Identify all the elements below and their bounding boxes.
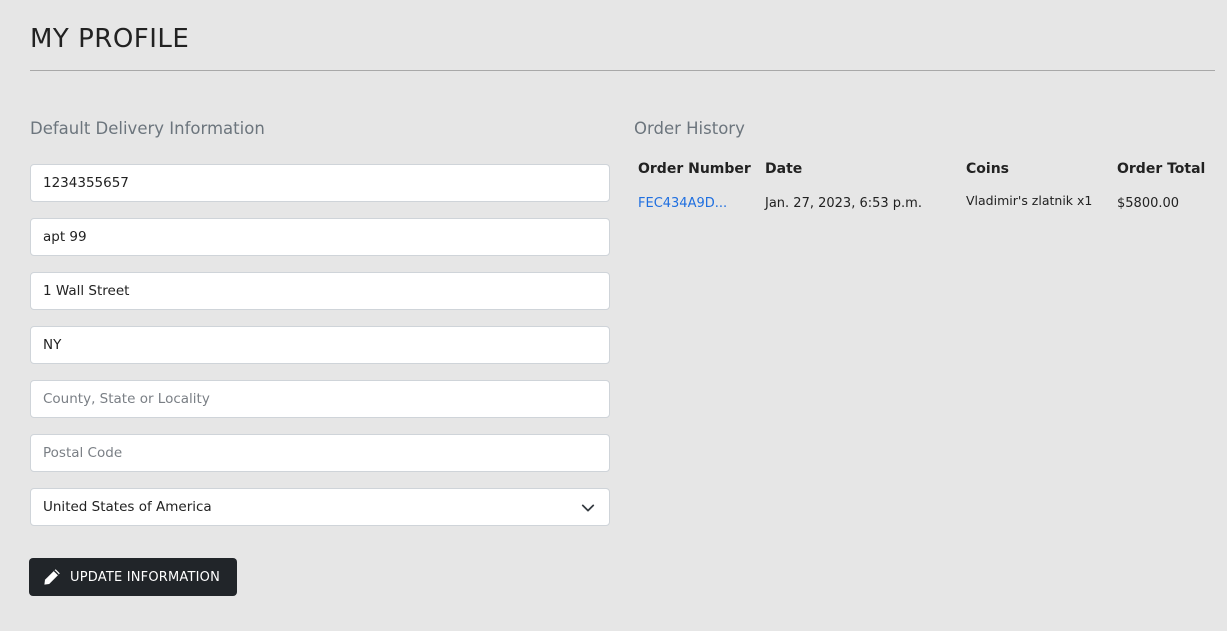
order-date-cell: Jan. 27, 2023, 6:53 p.m. xyxy=(765,196,922,211)
country-select[interactable]: United States of America xyxy=(30,488,610,526)
profile-page: MY PROFILE Default Delivery Information … xyxy=(0,0,1227,631)
update-button-label: UPDATE INFORMATION xyxy=(70,569,221,585)
chevron-down-icon xyxy=(581,504,595,512)
country-select-value: United States of America xyxy=(43,499,212,515)
town-city-field[interactable] xyxy=(30,326,610,364)
street-address1-field[interactable] xyxy=(30,218,610,256)
order-coins-cell: Vladimir's zlatnik x1 xyxy=(966,193,1093,208)
order-history-table: Order Number Date Coins Order Total FEC4… xyxy=(634,150,1215,219)
delivery-heading: Default Delivery Information xyxy=(30,119,265,138)
order-history-heading: Order History xyxy=(634,119,745,138)
table-header-row: Order Number Date Coins Order Total xyxy=(634,150,1215,186)
order-total-cell: $5800.00 xyxy=(1117,196,1180,211)
table-row: FEC434A9D... Jan. 27, 2023, 6:53 p.m. Vl… xyxy=(634,186,1215,219)
column-header-order-number: Order Number xyxy=(638,161,751,177)
order-number-link[interactable]: FEC434A9D... xyxy=(638,196,727,211)
column-header-order-total: Order Total xyxy=(1117,161,1206,177)
postcode-field[interactable] xyxy=(30,434,610,472)
county-field[interactable] xyxy=(30,380,610,418)
title-divider xyxy=(30,70,1215,71)
page-title: MY PROFILE xyxy=(30,24,190,54)
street-address2-field[interactable] xyxy=(30,272,610,310)
update-information-button[interactable]: UPDATE INFORMATION xyxy=(29,558,237,596)
phone-field[interactable] xyxy=(30,164,610,202)
pencil-icon xyxy=(44,569,60,585)
order-number-cell: FEC434A9D... xyxy=(634,186,761,219)
column-header-date: Date xyxy=(765,161,803,177)
column-header-coins: Coins xyxy=(966,161,1009,177)
